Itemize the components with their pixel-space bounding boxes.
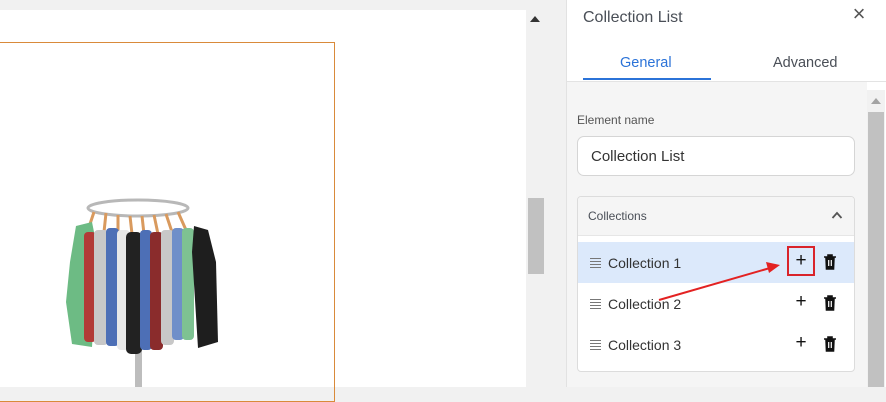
collection-row[interactable]: Collection 1 + — [578, 242, 854, 283]
drag-handle-icon[interactable] — [590, 340, 601, 350]
canvas-scrollbar[interactable] — [526, 10, 546, 387]
panel-scrollbar-thumb[interactable] — [868, 112, 884, 387]
collection-label: Collection 1 — [608, 255, 682, 271]
add-item-button[interactable]: + — [792, 333, 810, 353]
canvas-scrollbar-thumb[interactable] — [528, 198, 544, 274]
collection-row[interactable]: Collection 3 + — [578, 324, 854, 365]
clothes-rack-image — [66, 198, 218, 387]
scroll-up-arrow-icon[interactable] — [530, 16, 540, 22]
element-name-label: Element name — [577, 113, 655, 127]
properties-panel: Collection List × General Advanced Eleme… — [566, 0, 886, 387]
element-name-input[interactable] — [577, 136, 855, 176]
collections-header[interactable]: Collections — [578, 197, 854, 236]
trash-icon[interactable] — [823, 336, 837, 352]
chevron-up-icon[interactable] — [831, 208, 843, 223]
trash-icon[interactable] — [823, 295, 837, 311]
collection-label: Collection 2 — [608, 296, 682, 312]
scroll-up-arrow-icon[interactable] — [871, 98, 881, 104]
panel-title: Collection List — [583, 9, 683, 26]
tab-advanced[interactable]: Advanced — [773, 55, 838, 71]
collections-section: Collections Collection 1 + Collection 2 … — [577, 196, 855, 372]
panel-tabs: General Advanced — [567, 47, 886, 82]
tab-general[interactable]: General — [620, 55, 672, 71]
active-tab-indicator — [583, 78, 711, 80]
add-item-button[interactable]: + — [787, 246, 815, 276]
trash-icon[interactable] — [823, 254, 837, 270]
collections-title: Collections — [588, 209, 647, 223]
editor-canvas-area — [0, 0, 546, 402]
collection-label: Collection 3 — [608, 337, 682, 353]
collection-row[interactable]: Collection 2 + — [578, 283, 854, 324]
add-item-button[interactable]: + — [792, 292, 810, 312]
panel-scrollbar[interactable] — [867, 90, 885, 387]
drag-handle-icon[interactable] — [590, 299, 601, 309]
close-icon[interactable]: × — [851, 3, 867, 25]
drag-handle-icon[interactable] — [590, 258, 601, 268]
panel-body: Element name Collections Collection 1 + … — [567, 82, 867, 387]
